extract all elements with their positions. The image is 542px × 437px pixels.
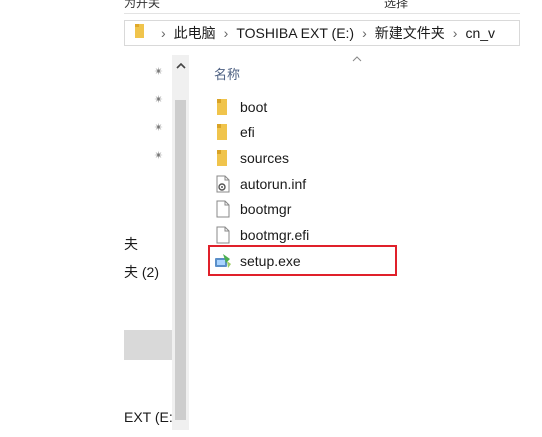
nav-item[interactable]: 夫 (2): [124, 262, 159, 282]
folder-icon: [214, 149, 232, 167]
chevron-up-icon: [175, 63, 186, 69]
folder-icon: [135, 23, 145, 44]
column-header-name[interactable]: 名称: [214, 64, 240, 83]
file-name: efi: [240, 123, 255, 140]
ribbon-divider: [124, 13, 520, 14]
scroll-thumb[interactable]: [175, 100, 186, 420]
file-row[interactable]: bootmgr.efi: [214, 222, 309, 247]
chevron-right-icon[interactable]: ›: [362, 25, 367, 41]
nav-item[interactable]: 夫: [124, 234, 138, 254]
file-icon: [214, 200, 232, 218]
chevron-right-icon[interactable]: ›: [453, 25, 458, 41]
chevron-right-icon[interactable]: ›: [224, 25, 229, 41]
scroll-up-button[interactable]: [172, 57, 189, 75]
pin-icon[interactable]: ✴: [154, 150, 164, 162]
file-icon: [214, 226, 232, 244]
settings-file-icon: [214, 175, 232, 193]
file-name: sources: [240, 149, 290, 166]
nav-item-selected[interactable]: [124, 330, 172, 360]
nav-item-drive[interactable]: EXT (E:: [124, 409, 173, 425]
file-name: boot: [240, 98, 268, 115]
file-row[interactable]: efi: [214, 119, 255, 144]
file-row[interactable]: bootmgr: [214, 196, 291, 221]
nav-scrollbar[interactable]: [172, 55, 189, 430]
pin-icon[interactable]: ✴: [154, 66, 164, 78]
file-row[interactable]: autorun.inf: [214, 171, 306, 196]
ribbon-text-right: 选择: [384, 0, 409, 10]
chevron-right-icon[interactable]: ›: [161, 25, 166, 41]
breadcrumb-new-folder[interactable]: 新建文件夹: [375, 23, 445, 43]
highlight-box: [208, 245, 397, 276]
pin-icon[interactable]: ✴: [154, 122, 164, 134]
ribbon-text-left: 为开关: [124, 0, 161, 10]
folder-icon: [214, 98, 232, 116]
breadcrumb-drive[interactable]: TOSHIBA EXT (E:): [236, 25, 354, 41]
file-name: autorun.inf: [240, 175, 307, 192]
address-bar[interactable]: › 此电脑 › TOSHIBA EXT (E:) › 新建文件夹 › cn_v: [124, 20, 520, 46]
file-name: bootmgr.efi: [240, 226, 310, 243]
sort-ascending-icon: [352, 54, 362, 65]
folder-icon: [214, 123, 232, 141]
breadcrumb-this-pc[interactable]: 此电脑: [174, 23, 216, 43]
navigation-pane: ✴ ✴ ✴ ✴ 夫 夫 (2) EXT (E:: [124, 55, 173, 430]
ribbon-fragment: 为开关 选择: [124, 0, 542, 10]
file-name: bootmgr: [240, 200, 292, 217]
file-row[interactable]: boot: [214, 94, 267, 119]
pin-icon[interactable]: ✴: [154, 94, 164, 106]
breadcrumb-current[interactable]: cn_v: [465, 25, 495, 41]
file-row[interactable]: sources: [214, 145, 289, 170]
